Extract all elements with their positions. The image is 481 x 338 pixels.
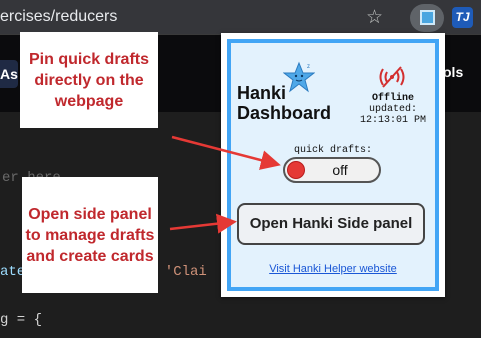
status-updated-time: 12:13:01 PM [359, 115, 426, 126]
svg-text:z: z [307, 64, 310, 70]
quick-drafts-label: quick drafts: [293, 145, 372, 156]
site-nav-right-item[interactable]: ols [443, 64, 463, 80]
connection-status: Offline updated: 12:13:01 PM [355, 93, 431, 126]
open-side-panel-button[interactable]: Open Hanki Side panel [237, 203, 425, 245]
status-updated-label: updated: [368, 104, 417, 115]
browser-toolbar: ercises/reducers ☆ TJ [0, 0, 481, 34]
callout-pin-drafts: Pin quick drafts directly on the webpage [20, 32, 158, 128]
toggle-state-label: off [332, 162, 348, 178]
hanki-helper-link[interactable]: Visit Hanki Helper website [231, 263, 435, 275]
callout-side-panel: Open side panel to manage drafts and cre… [22, 177, 158, 293]
address-bar-url[interactable]: ercises/reducers [0, 8, 117, 26]
quick-drafts-toggle[interactable]: off [283, 157, 381, 183]
tj-extension-icon[interactable]: TJ [452, 7, 473, 28]
star-icon[interactable]: ☆ [366, 6, 383, 29]
hanki-popup-panel: Hanki Dashboard z Offline updated: 12:13… [227, 39, 439, 291]
brand-line-2: Dashboard [237, 103, 332, 123]
site-nav-left-item[interactable]: As [0, 60, 18, 88]
hanki-popup: Hanki Dashboard z Offline updated: 12:13… [221, 33, 445, 297]
hanki-extension-icon [420, 10, 435, 25]
code-line-object: g = { [0, 312, 43, 328]
offline-signal-icon [379, 66, 405, 88]
status-offline: Offline [371, 93, 414, 104]
toggle-knob [287, 161, 305, 179]
hanki-extension-button[interactable] [410, 4, 444, 32]
hanki-star-logo-icon: z [283, 61, 315, 93]
